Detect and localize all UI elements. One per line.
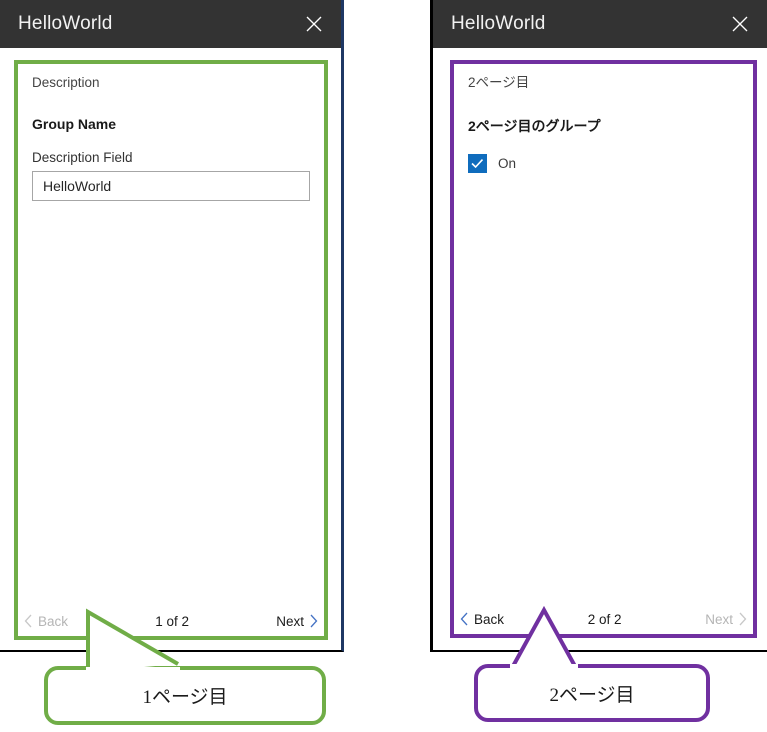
page-counter-page1: 1 of 2	[155, 613, 190, 629]
on-checkbox-row[interactable]: On	[468, 154, 739, 173]
title-bar-right: HelloWorld	[433, 0, 767, 48]
page2-nav-bar: Back 2 of 2 Next	[454, 604, 753, 634]
close-icon[interactable]	[717, 1, 763, 47]
chevron-left-icon	[24, 614, 32, 628]
page2-content: 2ページ目 2ページ目のグループ On	[454, 64, 753, 634]
next-button-page1[interactable]: Next	[276, 614, 318, 629]
wizard-window-page2: HelloWorld 2ページ目 2ページ目のグループ On Back 2 of…	[430, 0, 767, 652]
description-input[interactable]	[32, 171, 310, 201]
page1-content: Description Group Name Description Field	[18, 64, 324, 636]
page1-nav-bar: Back 1 of 2 Next	[18, 606, 324, 636]
callout-bubble-page2: 2ページ目	[474, 664, 710, 722]
page1-caption: Description	[32, 75, 100, 90]
page-counter-page2: 2 of 2	[587, 611, 622, 627]
title-bar-left: HelloWorld	[0, 0, 341, 48]
on-checkbox-label: On	[498, 156, 517, 171]
chevron-right-icon	[739, 612, 747, 626]
description-field-label: Description Field	[32, 150, 133, 165]
page2-caption: 2ページ目	[468, 75, 530, 90]
back-button-page2[interactable]: Back	[460, 612, 504, 627]
callout-label-page2: 2ページ目	[549, 684, 635, 706]
window-title-left: HelloWorld	[18, 13, 113, 34]
chevron-right-icon	[310, 614, 318, 628]
wizard-window-page1: HelloWorld Description Group Name Descri…	[0, 0, 344, 652]
window-title-right: HelloWorld	[451, 13, 546, 34]
callout-label-page1: 1ページ目	[142, 687, 228, 708]
chevron-left-icon	[460, 612, 468, 626]
callout-bubble-page1: 1ページ目	[44, 666, 326, 725]
next-button-label-page2: Next	[705, 611, 733, 627]
page2-group-header: 2ページ目のグループ	[468, 118, 601, 134]
page2-highlight-frame: 2ページ目 2ページ目のグループ On Back 2 of 2 Next	[450, 60, 757, 638]
back-button-page1[interactable]: Back	[24, 614, 68, 629]
back-button-label-page2: Back	[474, 611, 505, 627]
page1-highlight-frame: Description Group Name Description Field…	[14, 60, 328, 640]
back-button-label-page1: Back	[38, 613, 69, 629]
page1-group-header: Group Name	[32, 116, 117, 132]
next-button-page2[interactable]: Next	[705, 612, 747, 627]
close-icon[interactable]	[291, 1, 337, 47]
next-button-label-page1: Next	[276, 613, 304, 629]
checkbox-checked-icon[interactable]	[468, 154, 487, 173]
